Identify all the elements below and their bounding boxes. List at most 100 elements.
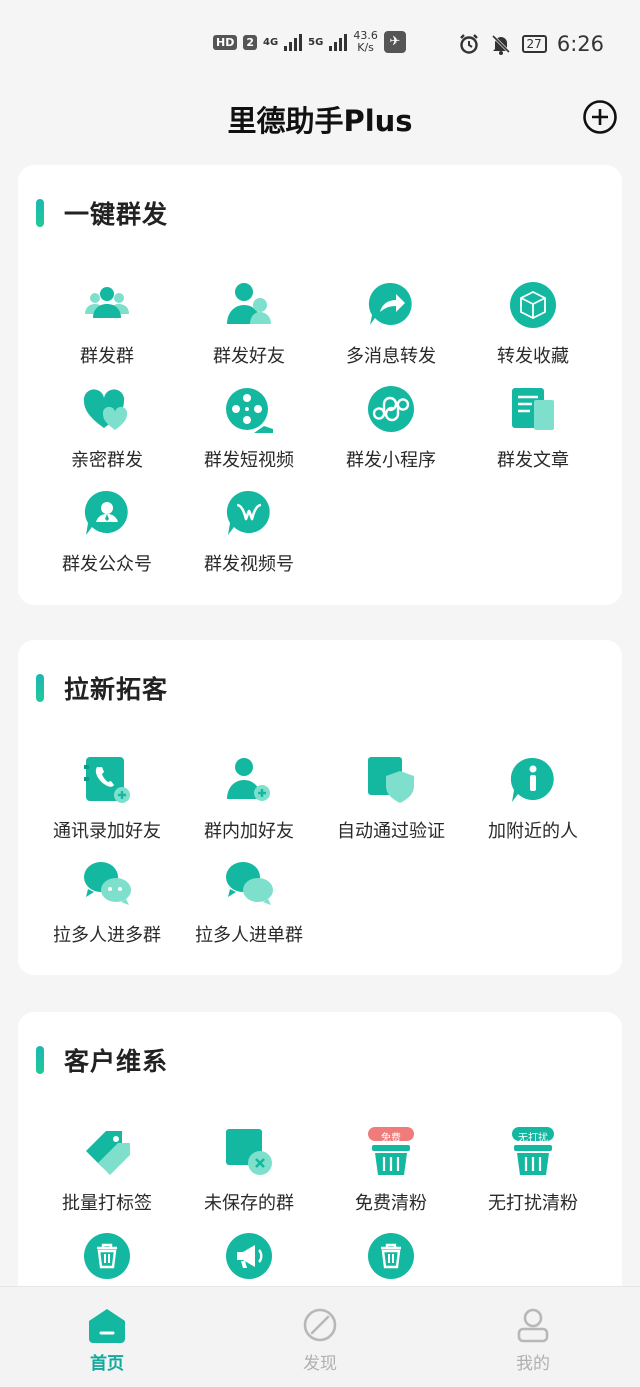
section-header: 拉新拓客 bbox=[36, 670, 168, 706]
home-icon bbox=[89, 1309, 125, 1343]
group-icon bbox=[85, 287, 129, 318]
forward-icon bbox=[368, 282, 412, 325]
feature-send-mini-program[interactable]: 群发小程序 bbox=[320, 381, 462, 485]
section-mass-send: 一键群发 群发群 群发好友 多消息转发 转发收藏 亲密群发 群发短视频 群发小程… bbox=[18, 165, 622, 605]
unsaved-group-icon bbox=[226, 1129, 272, 1175]
feature-group-add-friend[interactable]: 群内加好友 bbox=[178, 752, 320, 856]
tab-label: 我的 bbox=[516, 1354, 550, 1374]
trash-icon bbox=[368, 1233, 414, 1279]
friends-icon bbox=[227, 283, 271, 324]
feature-label: 通讯录加好友 bbox=[53, 821, 161, 842]
net-speed-unit: K/s bbox=[357, 41, 374, 54]
section-accent-bar bbox=[36, 674, 44, 702]
film-reel-icon bbox=[226, 388, 273, 433]
status-left: HD 2 4G 5G 43.6 K/s ✈ bbox=[213, 30, 406, 54]
feature-multi-forward[interactable]: 多消息转发 bbox=[320, 277, 462, 381]
feature-mass-send-group[interactable]: 群发群 bbox=[36, 277, 178, 381]
feature-mass-send-friends[interactable]: 群发好友 bbox=[178, 277, 320, 381]
feature-contacts-add-friend[interactable]: 通讯录加好友 bbox=[36, 752, 178, 856]
shield-icon bbox=[368, 757, 414, 803]
section-title: 拉新拓客 bbox=[64, 675, 169, 704]
net1-label: 4G bbox=[263, 36, 279, 48]
status-right: 27 6:26 bbox=[458, 32, 604, 56]
tab-home[interactable]: 首页 bbox=[47, 1287, 167, 1387]
trash-icon bbox=[84, 1233, 130, 1279]
clock: 6:26 bbox=[556, 32, 604, 56]
bottom-tab-bar: 首页 发现 我的 bbox=[0, 1286, 640, 1387]
feature-label: 无打扰清粉 bbox=[488, 1193, 578, 1214]
feature-send-short-video[interactable]: 群发短视频 bbox=[178, 381, 320, 485]
section-accent-bar bbox=[36, 1046, 44, 1074]
info-bubble-icon bbox=[510, 757, 554, 802]
feature-intimate-send[interactable]: 亲密群发 bbox=[36, 381, 178, 485]
feature-label: 批量打标签 bbox=[62, 1193, 152, 1214]
feature-auto-verify[interactable]: 自动通过验证 bbox=[320, 752, 462, 856]
section-acquire-customers: 拉新拓客 通讯录加好友 群内加好友 自动通过验证 加附近的人 拉多人进多群 拉多… bbox=[18, 640, 622, 975]
feature-free-clean-fans[interactable]: 免费 免费清粉 bbox=[320, 1124, 462, 1228]
feature-silent-clean-fans[interactable]: 无打扰 无打扰清粉 bbox=[462, 1124, 604, 1228]
net2-label: 5G bbox=[308, 36, 324, 48]
feature-label: 群发小程序 bbox=[346, 450, 436, 471]
chat-bubbles-icon bbox=[84, 862, 131, 905]
signal-icon bbox=[284, 33, 303, 51]
person-add-icon bbox=[227, 758, 270, 801]
feature-grid: 通讯录加好友 群内加好友 自动通过验证 加附近的人 拉多人进多群 拉多人进单群 bbox=[36, 752, 604, 960]
tab-discover[interactable]: 发现 bbox=[260, 1287, 380, 1387]
feature-batch-tag[interactable]: 批量打标签 bbox=[36, 1124, 178, 1228]
tab-profile[interactable]: 我的 bbox=[473, 1287, 593, 1387]
channels-icon bbox=[226, 490, 270, 535]
feature-label: 自动通过验证 bbox=[337, 821, 445, 842]
section-title: 客户维系 bbox=[64, 1047, 169, 1076]
compass-icon bbox=[303, 1308, 337, 1342]
feature-send-article[interactable]: 群发文章 bbox=[462, 381, 604, 485]
signal-icon-2 bbox=[329, 33, 348, 51]
megaphone-icon bbox=[226, 1233, 272, 1279]
app-header: 里德助手Plus bbox=[0, 92, 640, 144]
profile-icon bbox=[517, 1308, 549, 1343]
net-speed: 43.6 K/s bbox=[353, 30, 378, 54]
feature-grid: 群发群 群发好友 多消息转发 转发收藏 亲密群发 群发短视频 群发小程序 群发文… bbox=[36, 277, 604, 589]
feature-label: 群内加好友 bbox=[204, 821, 294, 842]
sim-badge: 2 bbox=[243, 34, 257, 50]
feature-add-nearby[interactable]: 加附近的人 bbox=[462, 752, 604, 856]
feature-unsaved-groups[interactable]: 未保存的群 bbox=[178, 1124, 320, 1228]
tag-icon bbox=[86, 1131, 130, 1175]
section-header: 一键群发 bbox=[36, 195, 168, 231]
feature-send-channels[interactable]: 群发视频号 bbox=[178, 485, 320, 589]
feature-label: 群发短视频 bbox=[204, 450, 294, 471]
feature-label: 拉多人进单群 bbox=[195, 925, 303, 946]
tab-label: 首页 bbox=[90, 1354, 124, 1374]
app-title: 里德助手Plus bbox=[227, 104, 413, 138]
section-accent-bar bbox=[36, 199, 44, 227]
feature-forward-favorites[interactable]: 转发收藏 bbox=[462, 277, 604, 381]
feature-label: 加附近的人 bbox=[488, 821, 578, 842]
feature-send-official-account[interactable]: 群发公众号 bbox=[36, 485, 178, 589]
feature-invite-single-group[interactable]: 拉多人进单群 bbox=[178, 856, 320, 960]
silent-badge: 无打扰 bbox=[518, 1133, 548, 1144]
feature-label: 群发视频号 bbox=[204, 554, 294, 575]
section-customer-maintenance: 客户维系 批量打标签 未保存的群 免费 免费清粉 无打扰 无打扰清粉 bbox=[18, 1012, 622, 1312]
feature-label: 群发公众号 bbox=[62, 554, 152, 575]
feature-label: 亲密群发 bbox=[71, 450, 143, 471]
alarm-icon bbox=[459, 34, 478, 54]
tab-label: 发现 bbox=[303, 1354, 337, 1374]
battery-indicator: 27 bbox=[521, 35, 547, 53]
mute-bell-icon bbox=[491, 34, 510, 55]
add-button[interactable] bbox=[582, 99, 618, 135]
feature-label: 群发文章 bbox=[497, 450, 569, 471]
feature-label: 拉多人进多群 bbox=[53, 925, 161, 946]
feature-label: 多消息转发 bbox=[346, 346, 436, 367]
free-badge: 免费 bbox=[381, 1133, 401, 1144]
hearts-icon bbox=[83, 389, 128, 430]
article-icon bbox=[512, 388, 554, 430]
feature-label: 未保存的群 bbox=[204, 1193, 294, 1214]
official-account-icon bbox=[84, 490, 128, 535]
contacts-add-icon bbox=[84, 757, 130, 803]
status-bar: HD 2 4G 5G 43.6 K/s ✈ 27 6:26 bbox=[0, 0, 640, 88]
feature-invite-multi-groups[interactable]: 拉多人进多群 bbox=[36, 856, 178, 960]
feature-label: 群发好友 bbox=[213, 346, 285, 367]
feature-label: 群发群 bbox=[80, 346, 134, 367]
app-notification-icon: ✈ bbox=[383, 31, 406, 53]
hd-badge: HD bbox=[213, 34, 238, 50]
mini-program-icon bbox=[368, 386, 414, 432]
